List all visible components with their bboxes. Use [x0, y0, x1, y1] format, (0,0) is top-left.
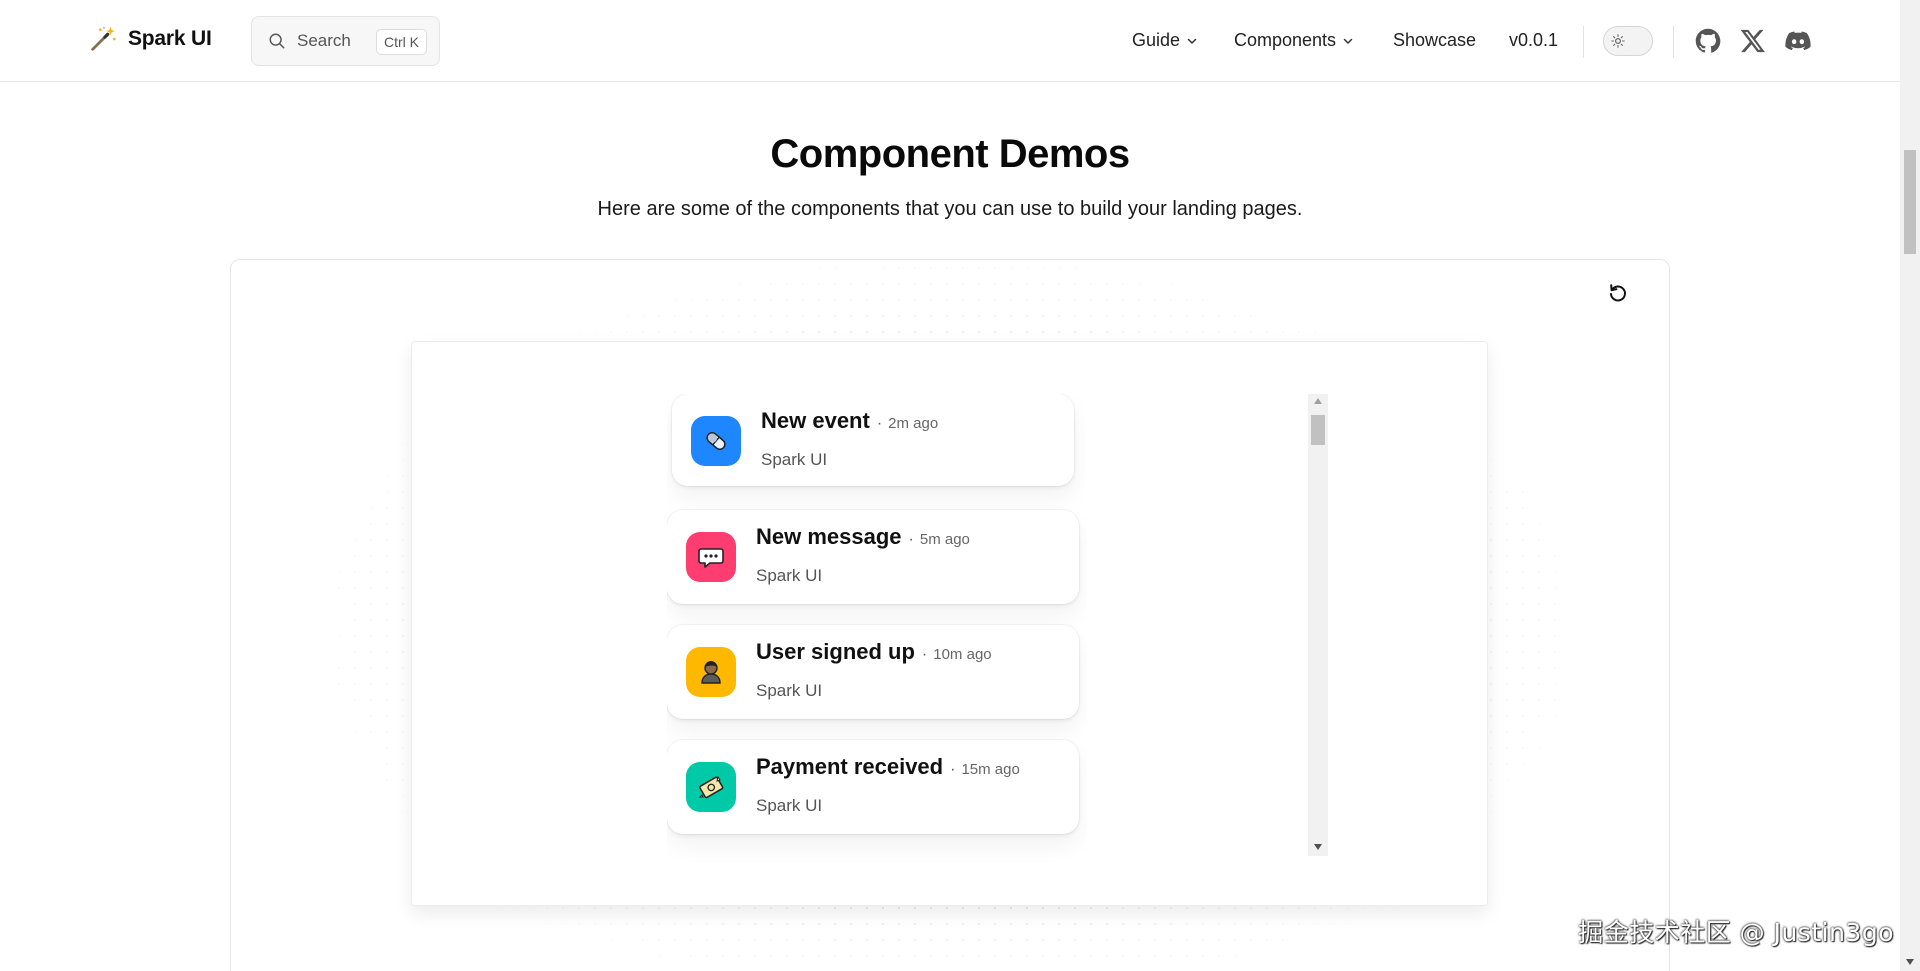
- notification-title: Payment received: [756, 754, 944, 779]
- chat-icon-badge: [686, 532, 736, 582]
- notification-time: 15m ago: [961, 761, 1020, 778]
- notification-header: New event · 2m ago: [761, 408, 938, 434]
- notification-title: User signed up: [756, 639, 915, 664]
- demo-preview-frame: New event · 2m ago Spark UI New message …: [230, 259, 1670, 971]
- pill-icon-badge: [691, 416, 741, 466]
- x-icon[interactable]: [1739, 27, 1767, 55]
- nav-divider: [1673, 26, 1674, 58]
- page-subtitle: Here are some of the components that you…: [597, 198, 1303, 220]
- nav-guide[interactable]: Guide: [1132, 30, 1198, 51]
- scroll-down-arrow[interactable]: [1314, 844, 1322, 850]
- separator-dot: ·: [950, 761, 956, 778]
- notification-list[interactable]: New event · 2m ago Spark UI New message …: [667, 394, 1087, 866]
- page-scroll-thumb[interactable]: [1904, 150, 1916, 254]
- scroll-thumb[interactable]: [1311, 415, 1325, 445]
- separator-dot: ·: [876, 415, 883, 432]
- chevron-down-icon: [1343, 38, 1353, 44]
- nav-divider: [1583, 26, 1584, 58]
- pill-icon: [706, 432, 726, 450]
- notification-time: 10m ago: [933, 646, 992, 663]
- notification-item[interactable]: New event · 2m ago Spark UI: [672, 394, 1074, 486]
- user-icon-badge: [686, 647, 736, 697]
- nav-showcase[interactable]: Showcase: [1393, 30, 1476, 51]
- animated-list-demo: New event · 2m ago Spark UI New message …: [411, 341, 1488, 906]
- money-icon-badge: [686, 762, 736, 812]
- chat-icon: [698, 548, 724, 568]
- notification-header: Payment received · 15m ago: [756, 754, 1020, 780]
- notification-time: 2m ago: [888, 415, 939, 432]
- reload-icon[interactable]: [1606, 281, 1630, 305]
- page-title: Component Demos: [770, 132, 1130, 176]
- nav-components[interactable]: Components: [1234, 30, 1354, 51]
- notification-title: New event: [761, 408, 870, 433]
- scroll-up-arrow[interactable]: [1314, 398, 1322, 404]
- list-scrollbar[interactable]: [1308, 394, 1328, 856]
- separator-dot: ·: [921, 646, 928, 663]
- notification-header: New message · 5m ago: [756, 524, 970, 550]
- top-navbar: Spark UI Search Ctrl K Guide Components …: [0, 0, 1900, 82]
- notification-time: 5m ago: [919, 531, 970, 548]
- nav-version[interactable]: v0.0.1: [1509, 30, 1558, 51]
- nav-showcase-label: Showcase: [1393, 30, 1477, 50]
- nav-guide-label: Guide: [1132, 30, 1181, 50]
- page-scroll-down-arrow[interactable]: [1906, 959, 1914, 965]
- notification-source: Spark UI: [756, 566, 823, 585]
- notification-source: Spark UI: [761, 450, 828, 469]
- notification-header: User signed up · 10m ago: [756, 639, 992, 665]
- notification-source: Spark UI: [756, 796, 823, 815]
- chevron-down-icon: [1187, 38, 1197, 44]
- notification-title: New message: [756, 524, 902, 549]
- separator-dot: ·: [908, 531, 914, 548]
- nav-components-label: Components: [1234, 30, 1337, 50]
- github-icon[interactable]: [1694, 27, 1722, 55]
- notification-item[interactable]: New message · 5m ago Spark UI: [667, 510, 1079, 604]
- notification-source: Spark UI: [756, 681, 823, 700]
- user-icon: [701, 661, 721, 684]
- money-icon: [698, 775, 724, 799]
- watermark: 掘金技术社区 @ Justin3go: [1578, 918, 1894, 947]
- nav-version-label: v0.0.1: [1509, 30, 1559, 50]
- theme-toggle[interactable]: [1603, 26, 1653, 56]
- notification-item[interactable]: User signed up · 10m ago Spark UI: [667, 625, 1079, 719]
- notification-item[interactable]: Payment received · 15m ago Spark UI: [667, 740, 1079, 834]
- page-scrollbar[interactable]: [1900, 0, 1920, 971]
- sun-icon: [1608, 31, 1628, 51]
- discord-icon[interactable]: [1784, 27, 1812, 55]
